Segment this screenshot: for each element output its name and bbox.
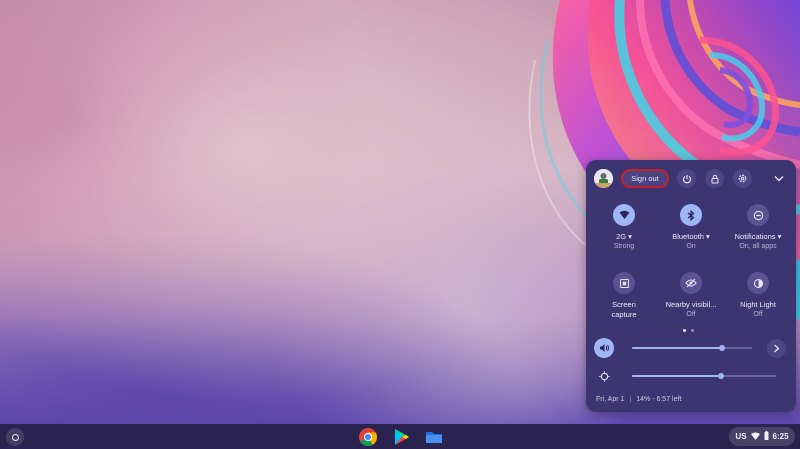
wifi-icon — [619, 210, 629, 219]
date-label[interactable]: Fri, Apr 1 — [596, 396, 624, 403]
night-light-icon — [753, 278, 763, 288]
nearby-visibility-label: Nearby visibil... — [665, 300, 717, 309]
play-store-icon — [395, 429, 409, 445]
night-light-toggle[interactable] — [747, 272, 769, 294]
volume-mute-button[interactable] — [594, 338, 614, 358]
night-light-label: Night Light — [740, 300, 776, 309]
tile-night-light[interactable]: Night Light Off — [726, 272, 790, 320]
page-indicator — [683, 329, 694, 332]
files-icon — [426, 432, 442, 443]
bluetooth-label: Bluetooth — [672, 232, 704, 241]
lock-button[interactable] — [705, 169, 724, 188]
screen-capture-icon — [619, 278, 629, 288]
quick-settings-panel: Sign out 2G ▾ Strong Bluetooth ▾ On Noti… — [586, 160, 796, 412]
network-toggle[interactable] — [613, 204, 635, 226]
launcher-button[interactable] — [6, 428, 24, 446]
status-area[interactable]: US 6:25 — [729, 427, 795, 446]
panel-footer: Fri, Apr 1 | 14% - 6:57 left — [596, 396, 681, 403]
bluetooth-status: On — [686, 243, 696, 250]
night-light-status: Off — [753, 311, 763, 318]
tile-screen-capture[interactable]: Screen capture — [592, 272, 656, 320]
brightness-slider-thumb[interactable] — [718, 373, 724, 379]
shelf: US 6:25 — [0, 424, 800, 449]
settings-button[interactable] — [733, 169, 752, 188]
ime-indicator: US — [735, 432, 747, 441]
nearby-visibility-toggle[interactable] — [680, 272, 702, 294]
page-dot-active[interactable] — [683, 329, 686, 332]
volume-slider-thumb[interactable] — [719, 345, 725, 351]
brightness-slider-fill — [632, 375, 721, 377]
dropdown-arrow-icon: ▾ — [706, 232, 710, 241]
brightness-icon-wrap — [594, 366, 614, 386]
shelf-app-chrome[interactable] — [358, 427, 378, 447]
tile-nearby-visibility[interactable]: Nearby visibil... Off — [659, 272, 723, 320]
chrome-icon — [359, 428, 377, 447]
bluetooth-icon — [687, 209, 695, 221]
tile-bluetooth[interactable]: Bluetooth ▾ On — [659, 204, 723, 252]
network-label: 2G — [616, 232, 627, 241]
power-icon — [682, 174, 691, 183]
notifications-status: On, all apps — [739, 243, 777, 250]
nearby-visibility-status: Off — [686, 311, 696, 318]
chevron-down-icon — [774, 176, 783, 182]
shelf-app-files[interactable] — [424, 427, 444, 447]
screen-capture-toggle[interactable] — [613, 272, 635, 294]
footer-separator: | — [629, 396, 632, 403]
nearby-visibility-icon — [685, 278, 697, 288]
shelf-app-play-store[interactable] — [391, 427, 411, 447]
wifi-icon — [750, 432, 760, 442]
battery-label[interactable]: 14% - 6:57 left — [636, 396, 681, 403]
volume-icon — [599, 344, 609, 352]
do-not-disturb-icon — [753, 210, 763, 220]
tile-network[interactable]: 2G ▾ Strong — [592, 204, 656, 252]
lock-icon — [711, 174, 718, 183]
notifications-label: Notifications — [734, 232, 776, 241]
bluetooth-toggle[interactable] — [680, 204, 702, 226]
network-status: Strong — [613, 243, 635, 250]
gear-icon — [738, 174, 747, 183]
chevron-right-icon — [774, 344, 780, 353]
battery-icon — [764, 431, 769, 442]
sign-out-button[interactable]: Sign out — [621, 169, 669, 188]
screen-capture-label: Screen — [612, 300, 636, 309]
volume-slider-fill — [632, 347, 722, 349]
avatar-icon — [594, 169, 613, 188]
volume-slider-row — [594, 338, 790, 358]
brightness-slider-row — [594, 366, 790, 386]
notifications-toggle[interactable] — [747, 204, 769, 226]
dropdown-arrow-icon: ▾ — [628, 232, 632, 241]
brightness-icon — [598, 370, 610, 382]
power-button[interactable] — [677, 169, 696, 188]
dropdown-arrow-icon: ▾ — [777, 232, 782, 241]
launcher-icon — [11, 433, 19, 441]
collapse-button[interactable] — [769, 169, 788, 188]
user-avatar[interactable] — [594, 169, 613, 188]
clock: 6:25 — [772, 432, 789, 441]
screen-capture-label-line2: capture — [611, 310, 637, 319]
page-dot[interactable] — [691, 329, 694, 332]
audio-settings-button[interactable] — [767, 339, 786, 358]
tile-notifications[interactable]: Notifications ▾ On, all apps — [726, 204, 790, 252]
